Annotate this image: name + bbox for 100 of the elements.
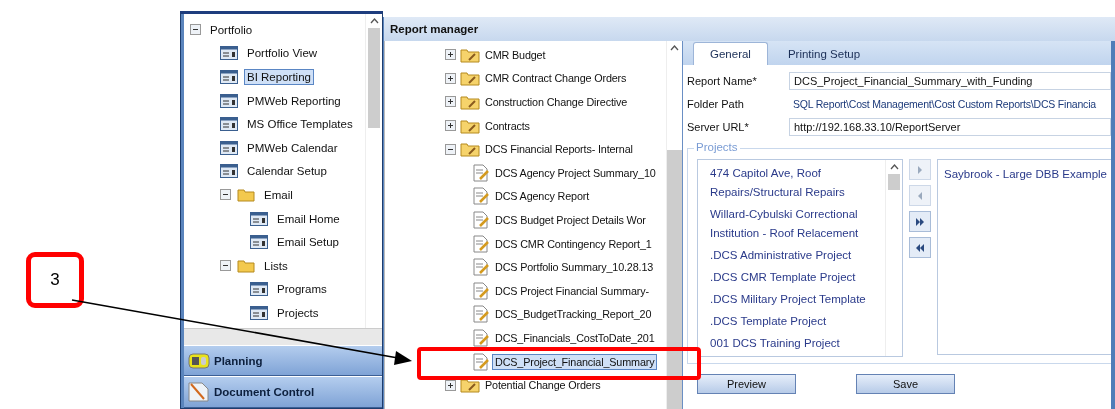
field-label: Folder Path — [687, 97, 745, 110]
panel-title: Report manager — [384, 17, 1115, 41]
form-icon — [250, 282, 268, 297]
tree-item[interactable]: DCS Portfolio Summary_10.28.13 — [492, 259, 657, 276]
report-pencil-icon — [472, 305, 490, 324]
form-icon — [220, 140, 238, 155]
form-icon — [220, 117, 238, 132]
tree-item[interactable]: DCS_BudgetTracking_Report_20 — [492, 306, 655, 323]
tree-item[interactable]: DCS_Project_Financial_Summary — [492, 353, 658, 370]
folder-pencil-icon — [460, 94, 480, 110]
report-pencil-icon — [472, 210, 490, 229]
project-list-item[interactable]: .DCS CMR Template Project — [710, 268, 885, 287]
folder-pencil-icon — [460, 141, 480, 158]
input-field[interactable]: http://192.168.33.10/ReportServer — [789, 117, 1111, 136]
scrollbar[interactable] — [365, 14, 382, 328]
expand-toggle-icon[interactable] — [445, 120, 456, 132]
scroll-thumb[interactable] — [667, 150, 682, 409]
collapse-toggle-icon[interactable] — [220, 260, 231, 272]
tree-item[interactable]: DCS Financial Reports- Internal — [482, 141, 636, 158]
project-list-item[interactable]: Saybrook - Large DBB Example — [944, 168, 1107, 180]
form-icon — [220, 70, 238, 84]
tape-measure-icon — [188, 351, 210, 370]
project-list-item[interactable]: .DCS Template Project — [710, 312, 885, 331]
tree-item[interactable]: DCS CMR Contingency Report_1 — [492, 235, 655, 252]
report-pencil-icon — [472, 281, 490, 300]
scroll-up-icon[interactable] — [670, 45, 679, 51]
folder-icon — [237, 258, 255, 273]
expand-toggle-icon[interactable] — [445, 72, 456, 84]
report-pencil-icon — [472, 234, 490, 253]
tab[interactable]: Printing Setup — [771, 43, 877, 65]
tree-item[interactable]: Portfolio View — [244, 45, 321, 62]
project-list-item[interactable]: Willard-Cybulski Correctional Institution - Roof Relacement — [710, 205, 885, 243]
tree-item[interactable]: BI Reporting — [244, 69, 314, 85]
report-pencil-icon — [472, 328, 490, 347]
tree-item[interactable]: Lists — [261, 257, 291, 274]
arrow-icon — [915, 216, 925, 227]
action-button[interactable]: Save — [856, 374, 955, 394]
section-button[interactable]: Document Control — [184, 376, 382, 408]
scroll-thumb[interactable] — [368, 28, 380, 128]
expand-toggle-icon[interactable] — [445, 96, 456, 108]
expand-toggle-icon[interactable] — [445, 379, 456, 391]
tree-item[interactable]: Calendar Setup — [244, 163, 330, 180]
callout-number: 3 — [26, 252, 84, 308]
form-icon — [250, 305, 268, 320]
scroll-up-icon[interactable] — [369, 18, 379, 24]
project-list-item[interactable]: .DCS Military Project Template — [710, 290, 885, 309]
move-button[interactable] — [909, 211, 931, 232]
report-pencil-icon — [472, 258, 490, 277]
tree-item[interactable]: Contracts — [482, 117, 533, 134]
form-icon — [250, 235, 268, 250]
report-pencil-icon — [472, 187, 490, 206]
scroll-up-icon[interactable] — [889, 164, 899, 170]
folder-pencil-icon — [460, 117, 480, 134]
tree-item[interactable]: CMR Contract Change Orders — [482, 70, 630, 87]
collapse-toggle-icon[interactable] — [220, 189, 231, 201]
tree-item[interactable]: Email — [261, 186, 296, 203]
report-pencil-icon — [472, 352, 490, 371]
project-list-item[interactable]: .DCS Administrative Project — [710, 246, 885, 265]
arrow-icon — [915, 164, 925, 175]
action-button[interactable]: Preview — [697, 374, 796, 394]
report-pencil-icon — [472, 163, 490, 182]
tree-item[interactable]: DCS Budget Project Details Wor — [492, 211, 649, 228]
tree-item[interactable]: Potential Change Orders — [482, 377, 604, 394]
tree-item[interactable]: DCS Agency Report — [492, 188, 593, 205]
tree-item[interactable]: PMWeb Reporting — [244, 92, 344, 109]
tab[interactable]: General — [693, 42, 768, 65]
field-label: Report Name* — [687, 74, 758, 87]
tree-item[interactable]: Projects — [274, 304, 322, 321]
expand-toggle-icon[interactable] — [445, 143, 456, 155]
tree-item[interactable]: Construction Change Directive — [482, 94, 631, 110]
tree-item[interactable]: Portfolio — [207, 21, 256, 38]
section-button[interactable]: Planning — [184, 344, 382, 377]
scroll-thumb[interactable] — [888, 174, 900, 190]
folder-icon — [237, 187, 255, 202]
tree-item[interactable]: MS Office Templates — [244, 116, 356, 133]
tree-item[interactable]: Programs — [274, 281, 330, 298]
tree-item[interactable]: PMWeb Calendar — [244, 139, 341, 156]
tree-item[interactable]: DCS_Financials_CostToDate_201 — [492, 329, 658, 346]
document-pencil-icon — [188, 382, 210, 403]
scrollbar[interactable] — [666, 41, 682, 409]
project-list-item[interactable]: 001 DCS Training Project — [710, 334, 885, 353]
tree-item[interactable]: DCS Project Financial Summary- — [492, 282, 652, 299]
folder-pencil-icon — [460, 46, 480, 63]
tree-item[interactable]: Email Setup — [274, 234, 342, 251]
tree-item[interactable]: CMR Budget — [482, 46, 549, 63]
input-field[interactable]: DCS_Project_Financial_Summary_with_Funding — [789, 71, 1111, 90]
tree-item[interactable]: Email Home — [274, 210, 343, 227]
field-label: Server URL* — [687, 120, 750, 133]
form-icon — [250, 211, 268, 226]
tree-item[interactable]: DCS Agency Project Summary_10 — [492, 164, 659, 181]
form-icon — [220, 93, 238, 108]
folder-path-text: SQL Report\Cost Management\Cost Custom Reports\DCS Financia — [792, 97, 1096, 110]
collapse-toggle-icon[interactable] — [190, 24, 201, 36]
scrollbar[interactable] — [885, 160, 902, 356]
folder-pencil-icon — [460, 377, 480, 394]
move-button[interactable] — [909, 237, 931, 258]
expand-toggle-icon[interactable] — [445, 49, 456, 61]
folder-pencil-icon — [460, 70, 480, 87]
form-icon — [220, 46, 238, 61]
project-list-item[interactable]: 474 Capitol Ave, Roof Repairs/Structural Repairs — [710, 164, 885, 202]
